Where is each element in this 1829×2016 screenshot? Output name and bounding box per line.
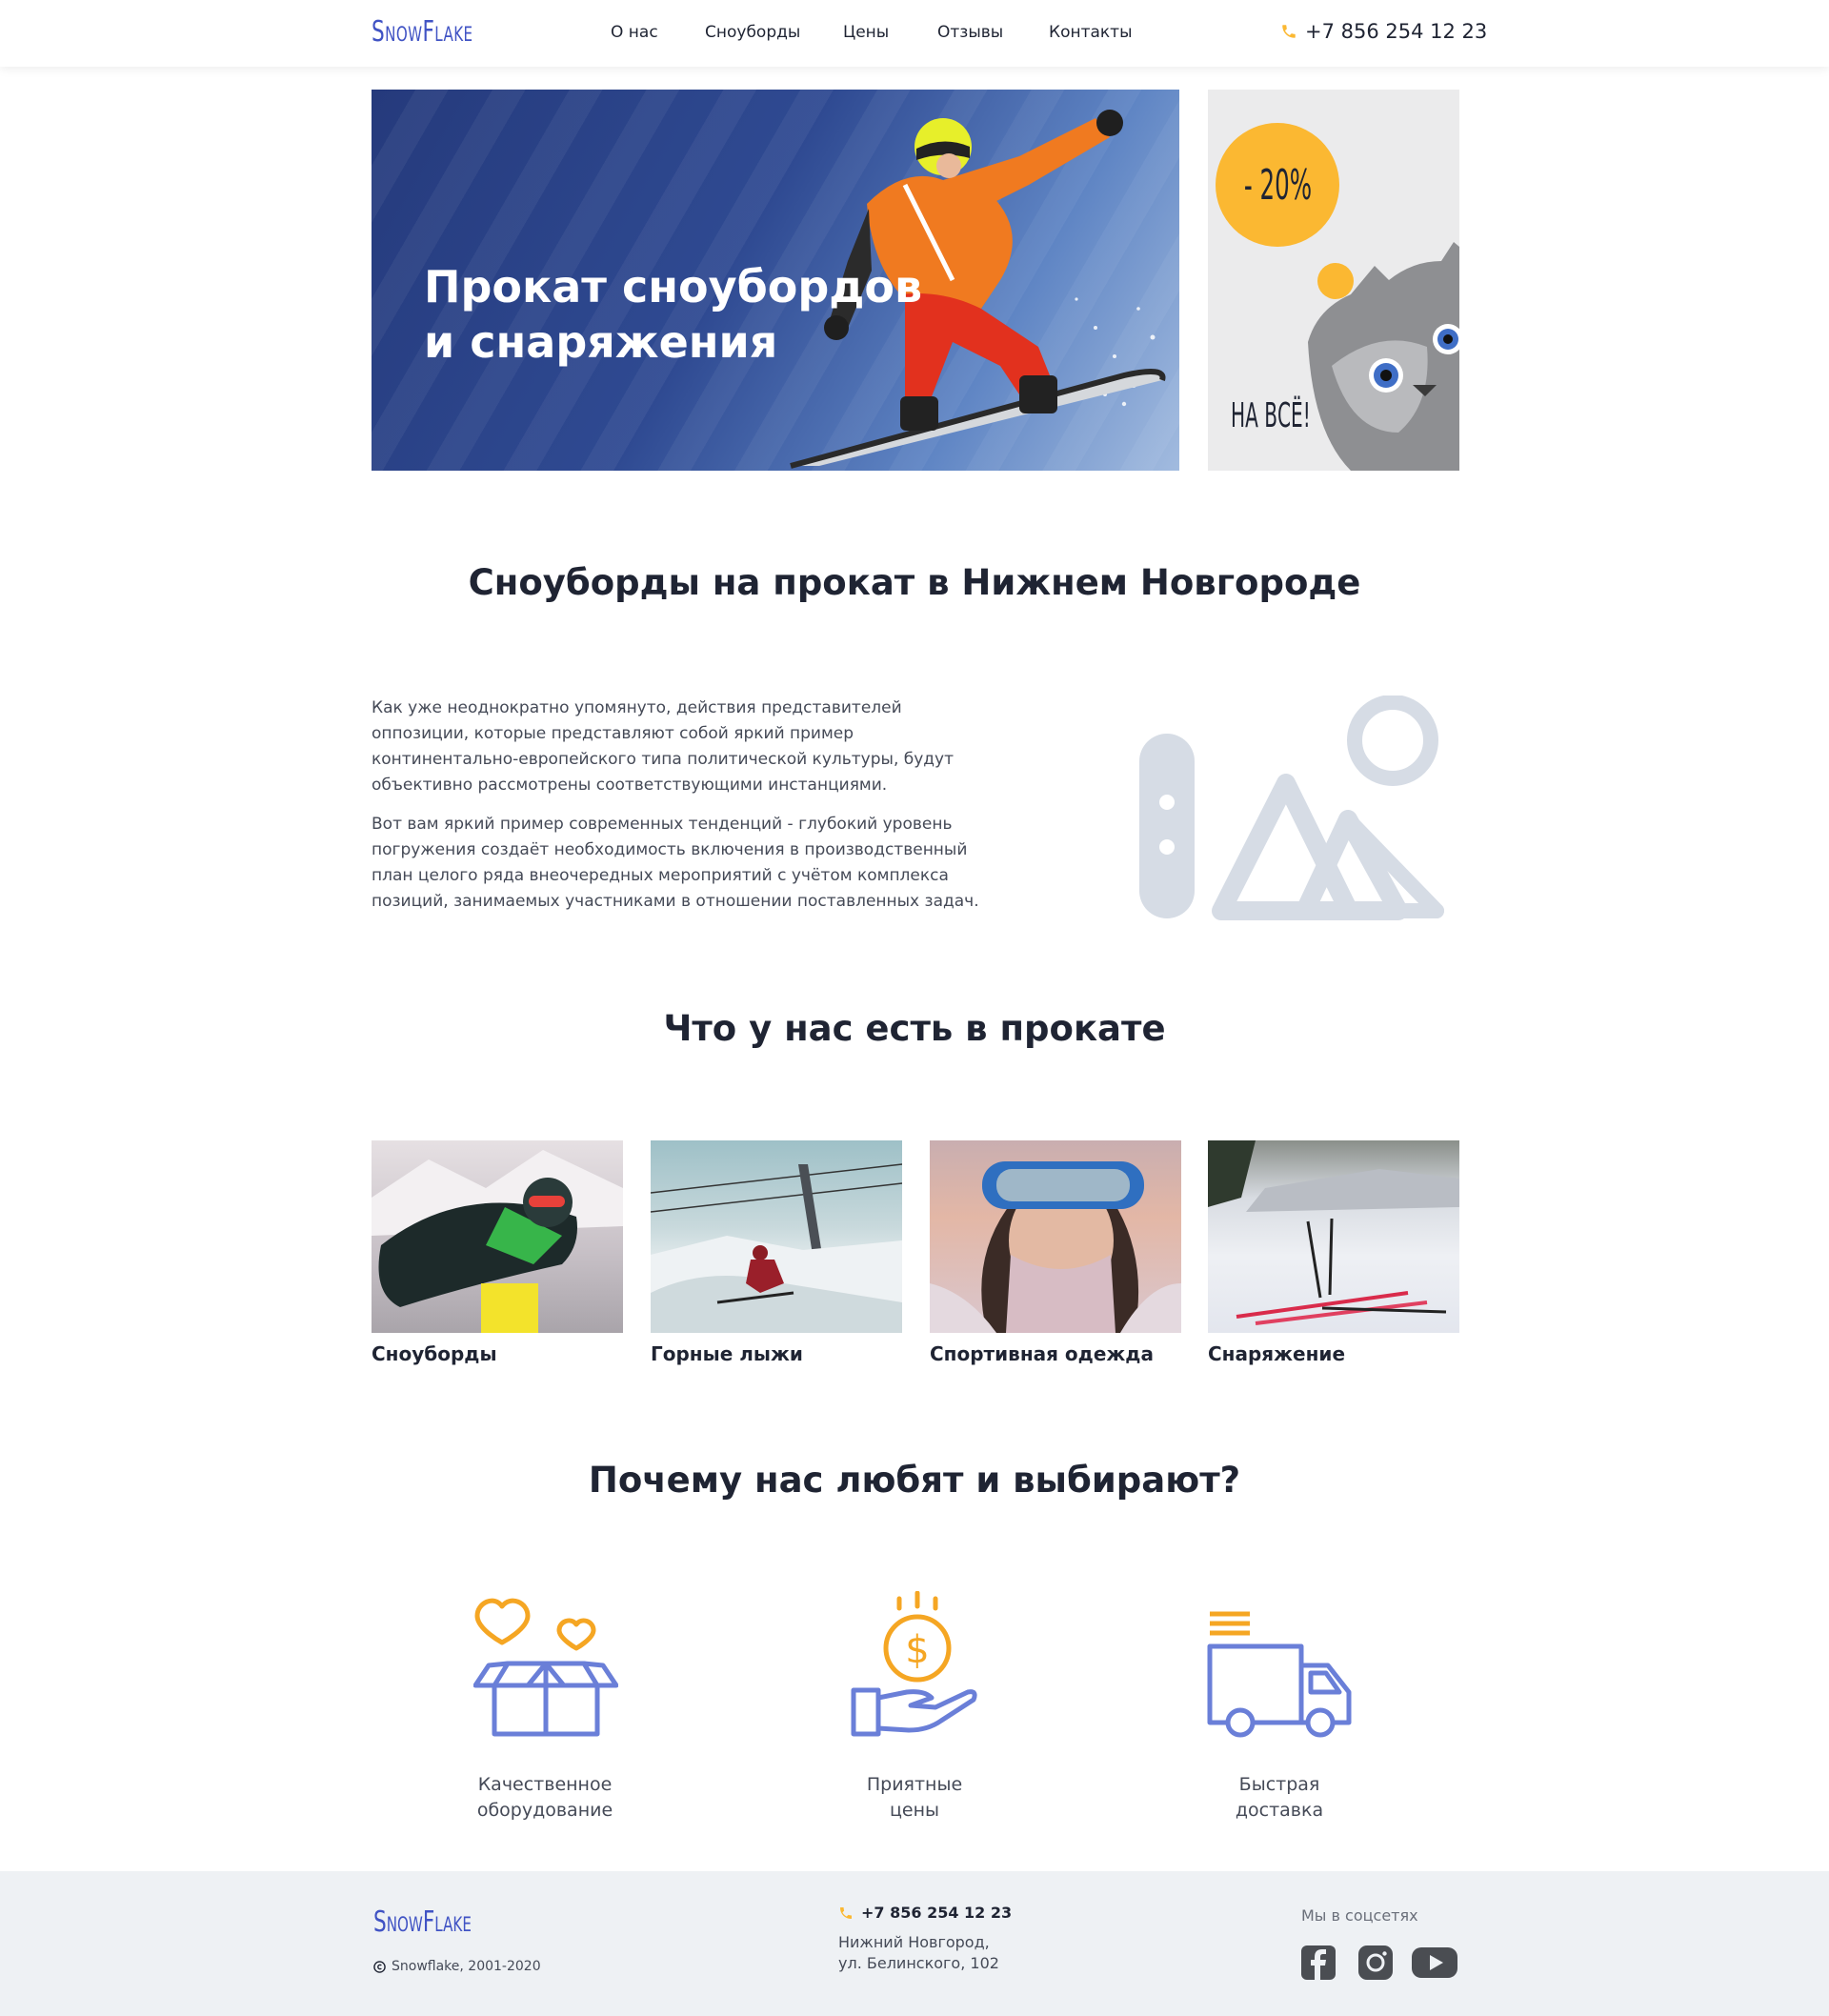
rental-card-clothing[interactable]: Спортивная одежда bbox=[930, 1140, 1181, 1365]
phone-icon bbox=[840, 1906, 852, 1919]
hero-banner: Прокат сноубордов и снаряжения bbox=[372, 90, 1179, 471]
nav-item-contacts[interactable]: Контакты bbox=[1049, 23, 1133, 42]
instagram-icon[interactable] bbox=[1358, 1945, 1393, 1980]
copyright-text: Snowflake, 2001-2020 bbox=[392, 1959, 541, 1974]
footer-address: Нижний Новгород, ул. Белинского, 102 bbox=[838, 1933, 999, 1972]
snowboard-mountain-illustration bbox=[1139, 696, 1444, 920]
rental-cards: Сноуборды Горные лыжи Спортивная одежда … bbox=[372, 1140, 1459, 1379]
about-paragraph: Вот вам яркий пример современных тенденц… bbox=[372, 815, 979, 911]
promo-caption: НА ВСЁ! bbox=[1231, 396, 1311, 435]
rental-card-label: Горные лыжи bbox=[651, 1342, 803, 1365]
promo-banner[interactable]: - 20% НА ВСЁ! bbox=[1208, 90, 1459, 471]
phone-icon bbox=[1282, 25, 1296, 38]
nav-item-snowboards[interactable]: Сноуборды bbox=[705, 23, 800, 42]
skis-photo bbox=[651, 1140, 902, 1333]
svg-text:$: $ bbox=[905, 1628, 929, 1672]
footer-phone-number: +7 856 254 12 23 bbox=[861, 1904, 1013, 1922]
rental-card-label: Снаряжение bbox=[1208, 1342, 1346, 1365]
about-section-title: Сноуборды на прокат в Нижнем Новгороде bbox=[468, 562, 1361, 603]
feature-quality-label: Качественное оборудование bbox=[476, 1774, 613, 1821]
rental-section-title: Что у нас есть в прокате bbox=[663, 1008, 1166, 1049]
rental-card-snowboards[interactable]: Сноуборды bbox=[372, 1140, 623, 1365]
about-paragraph: Как уже неоднократно упомянуто, действия… bbox=[372, 698, 955, 795]
youtube-icon[interactable] bbox=[1412, 1945, 1457, 1980]
nav-item-prices[interactable]: Цены bbox=[843, 23, 889, 42]
site-header: SnowFlake О нас Сноуборды Цены Отзывы Ко… bbox=[0, 0, 1829, 67]
facebook-icon[interactable] bbox=[1301, 1945, 1336, 1980]
rental-card-label: Сноуборды bbox=[372, 1342, 497, 1365]
clothing-photo bbox=[930, 1140, 1181, 1333]
snowboards-photo bbox=[372, 1140, 623, 1333]
equipment-photo bbox=[1208, 1140, 1459, 1333]
feature-delivery-label: Быстрая доставка bbox=[1235, 1774, 1324, 1821]
nav-item-about[interactable]: О нас bbox=[611, 23, 658, 42]
header-phone[interactable]: +7 856 254 12 23 bbox=[1280, 20, 1487, 43]
rental-card-skis[interactable]: Горные лыжи bbox=[651, 1140, 902, 1365]
feature-prices-label: Приятные цены bbox=[866, 1774, 963, 1821]
hero-title: Прокат сноубордов и снаряжения bbox=[424, 261, 923, 368]
social-title: Мы в соцсетях bbox=[1301, 1906, 1418, 1925]
rental-card-equipment[interactable]: Снаряжение bbox=[1208, 1140, 1459, 1365]
footer-copyright: Snowflake, 2001-2020 bbox=[373, 1959, 541, 1974]
footer-logo[interactable]: SnowFlake bbox=[373, 1905, 472, 1939]
main-nav: О нас Сноуборды Цены Отзывы Контакты bbox=[0, 23, 1829, 44]
coin-hand-icon: $ bbox=[851, 1591, 977, 1737]
rental-card-label: Спортивная одежда bbox=[930, 1342, 1154, 1365]
nav-item-reviews[interactable]: Отзывы bbox=[937, 23, 1003, 42]
about-text: Как уже неоднократно упомянуто, действия… bbox=[372, 696, 991, 928]
why-section-title: Почему нас любят и выбирают? bbox=[588, 1460, 1241, 1501]
footer-phone[interactable]: +7 856 254 12 23 bbox=[838, 1904, 1012, 1922]
delivery-truck-icon bbox=[1207, 1611, 1352, 1738]
gift-box-hearts-icon bbox=[473, 1598, 618, 1737]
header-phone-number: +7 856 254 12 23 bbox=[1305, 20, 1488, 43]
copyright-icon bbox=[373, 1960, 386, 1973]
